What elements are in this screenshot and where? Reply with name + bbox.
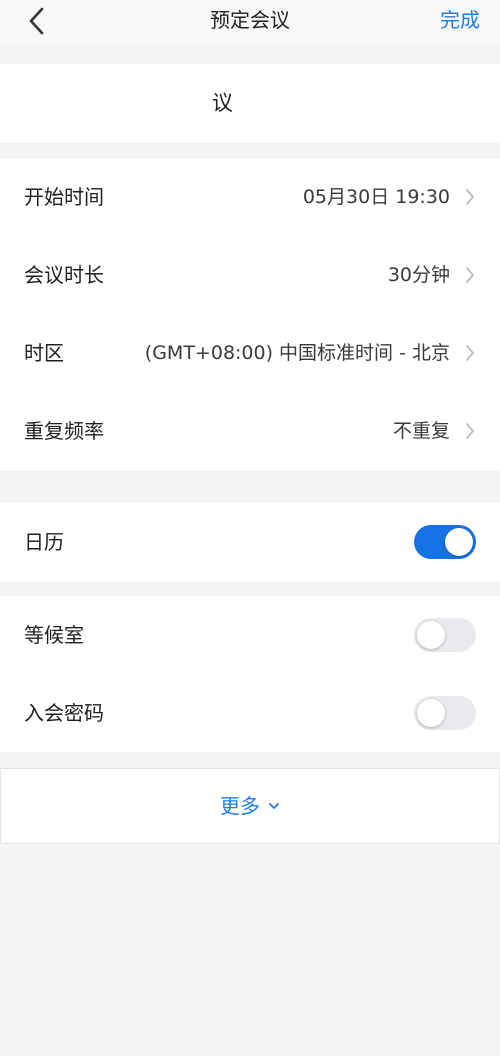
chevron-right-icon (464, 265, 476, 285)
meeting-password-label: 入会密码 (24, 701, 104, 725)
timezone-value: (GMT+08:00) 中国标准时间 - 北京 (144, 342, 450, 364)
more-options-button[interactable]: 更多 (0, 768, 500, 844)
calendar-toggle[interactable] (414, 525, 476, 559)
meeting-topic-field[interactable]: 议 (0, 64, 500, 142)
start-time-row[interactable]: 开始时间 05月30日 19:30 (0, 158, 500, 236)
meeting-topic-text: 议 (212, 91, 233, 115)
repeat-row[interactable]: 重复频率 不重复 (0, 392, 500, 470)
waiting-room-row: 等候室 (0, 596, 500, 674)
duration-label: 会议时长 (24, 263, 104, 287)
more-label: 更多 (220, 794, 260, 818)
repeat-label: 重复频率 (24, 419, 104, 443)
chevron-right-icon (464, 343, 476, 363)
repeat-value: 不重复 (392, 420, 450, 442)
duration-row[interactable]: 会议时长 30分钟 (0, 236, 500, 314)
calendar-row: 日历 (0, 503, 500, 581)
timezone-label: 时区 (24, 341, 64, 365)
calendar-section: 日历 (0, 503, 500, 581)
navigation-bar: 预定会议 完成 (0, 0, 500, 44)
calendar-label: 日历 (24, 530, 64, 554)
duration-value: 30分钟 (387, 264, 450, 286)
chevron-right-icon (464, 187, 476, 207)
start-time-label: 开始时间 (24, 185, 104, 209)
timezone-row[interactable]: 时区 (GMT+08:00) 中国标准时间 - 北京 (0, 314, 500, 392)
done-button[interactable]: 完成 (440, 6, 480, 34)
chevron-down-icon (268, 801, 280, 811)
meeting-password-row: 入会密码 (0, 674, 500, 752)
chevron-right-icon (464, 421, 476, 441)
schedule-section: 开始时间 05月30日 19:30 会议时长 30分钟 时区 (GMT+08:0… (0, 158, 500, 470)
security-section: 等候室 入会密码 (0, 596, 500, 752)
meeting-password-toggle[interactable] (414, 696, 476, 730)
waiting-room-label: 等候室 (24, 623, 84, 647)
start-time-value: 05月30日 19:30 (302, 186, 450, 208)
toggle-knob (417, 621, 445, 649)
page-title: 预定会议 (210, 8, 290, 32)
toggle-knob (417, 699, 445, 727)
waiting-room-toggle[interactable] (414, 618, 476, 652)
toggle-knob (445, 528, 473, 556)
